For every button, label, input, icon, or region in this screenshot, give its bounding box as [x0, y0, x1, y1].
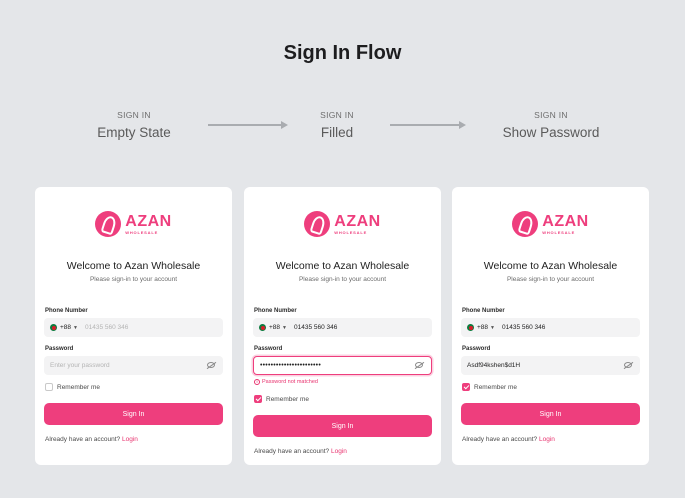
remember-checkbox[interactable] — [254, 395, 262, 403]
remember-checkbox[interactable] — [45, 383, 53, 391]
step-state: Filled — [320, 125, 354, 140]
step-state: Empty State — [97, 125, 171, 140]
signin-button[interactable]: Sign In — [253, 415, 432, 437]
country-code[interactable]: +88 — [269, 324, 280, 331]
brand-sub: WHOLESALE — [334, 229, 368, 235]
password-label: Password — [45, 346, 74, 352]
login-link[interactable]: Login — [331, 448, 347, 455]
signin-button[interactable]: Sign In — [461, 403, 640, 425]
eye-off-icon[interactable] — [207, 362, 215, 368]
bangladesh-flag-icon[interactable] — [467, 324, 474, 331]
step-show-password: SIGN IN Show Password — [476, 110, 626, 140]
welcome-heading: Welcome to Azan Wholesale — [275, 260, 410, 272]
phone-value: 01435 560 346 — [293, 324, 338, 331]
footer-text: Already have an account? — [462, 436, 538, 443]
welcome-heading: Welcome to Azan Wholesale — [66, 260, 201, 272]
step-label: SIGN IN — [534, 110, 568, 120]
phone-label: Phone Number — [462, 308, 505, 314]
footer-text: Already have an account? — [45, 436, 121, 443]
bangladesh-flag-icon[interactable] — [50, 324, 57, 331]
step-label: SIGN IN — [320, 110, 354, 120]
bangladesh-flag-icon[interactable] — [259, 324, 266, 331]
country-code[interactable]: +88 — [60, 324, 71, 331]
remember-label: Remember me — [57, 383, 100, 391]
page-title: Sign In Flow — [283, 42, 402, 64]
signin-button[interactable]: Sign In — [44, 403, 223, 425]
welcome-subtitle: Please sign-in to your account — [506, 276, 595, 283]
chevron-down-icon[interactable]: ▼ — [73, 325, 78, 331]
remember-label: Remember me — [266, 395, 309, 403]
password-placeholder: Enter your password — [50, 362, 110, 369]
password-label: Password — [462, 346, 491, 352]
phone-value: 01435 560 346 — [501, 324, 546, 331]
login-prompt: Already have an account? Login — [254, 448, 347, 455]
remember-me[interactable]: Remember me — [45, 383, 100, 391]
step-state: Show Password — [502, 125, 600, 140]
login-prompt: Already have an account? Login — [462, 436, 555, 443]
phone-label: Phone Number — [45, 308, 88, 314]
password-input[interactable]: Enter your password — [44, 356, 223, 375]
brand-name: AZAN — [542, 212, 589, 230]
brand-logo: AZAN WHOLESALE — [244, 211, 441, 237]
password-error-text: Password not matched — [262, 379, 318, 385]
brand-name: AZAN — [125, 212, 172, 230]
password-label: Password — [254, 346, 283, 352]
eye-off-icon[interactable] — [415, 362, 423, 368]
step-label: SIGN IN — [117, 110, 151, 120]
login-prompt: Already have an account? Login — [45, 436, 138, 443]
signin-card-filled: AZAN WHOLESALE Welcome to Azan Wholesale… — [244, 187, 441, 465]
brand-sub: WHOLESALE — [542, 229, 576, 235]
signin-card-empty: AZAN WHOLESALE Welcome to Azan Wholesale… — [35, 187, 232, 465]
password-value: Asdf94kshen$d1H — [467, 362, 521, 369]
footer-text: Already have an account? — [254, 448, 330, 455]
step-empty-state: SIGN IN Empty State — [59, 110, 209, 140]
remember-checkbox[interactable] — [462, 383, 470, 391]
brand-logo: AZAN WHOLESALE — [35, 211, 232, 237]
signin-card-show-password: AZAN WHOLESALE Welcome to Azan Wholesale… — [452, 187, 649, 465]
phone-input[interactable]: +88 ▼ 01435 560 346 — [253, 318, 432, 337]
login-link[interactable]: Login — [539, 436, 555, 443]
welcome-heading: Welcome to Azan Wholesale — [483, 260, 618, 272]
remember-label: Remember me — [474, 383, 517, 391]
country-code[interactable]: +88 — [477, 324, 488, 331]
alert-icon: ! — [254, 379, 260, 385]
brand-mark-icon — [512, 211, 539, 237]
remember-me[interactable]: Remember me — [462, 383, 517, 391]
phone-label: Phone Number — [254, 308, 297, 314]
password-error: ! Password not matched — [254, 379, 318, 385]
arrow-right-icon — [390, 121, 466, 129]
welcome-subtitle: Please sign-in to your account — [89, 276, 178, 283]
chevron-down-icon[interactable]: ▼ — [490, 325, 495, 331]
brand-mark-icon — [304, 211, 331, 237]
remember-me[interactable]: Remember me — [254, 395, 309, 403]
brand-mark-icon — [95, 211, 122, 237]
brand-logo: AZAN WHOLESALE — [452, 211, 649, 237]
brand-sub: WHOLESALE — [125, 229, 159, 235]
eye-off-icon[interactable] — [624, 362, 632, 368]
password-input[interactable]: ••••••••••••••••••••••• — [253, 356, 432, 375]
phone-input[interactable]: +88 ▼ 01435 560 346 — [461, 318, 640, 337]
password-masked: ••••••••••••••••••••••• — [260, 362, 321, 369]
password-input[interactable]: Asdf94kshen$d1H — [461, 356, 640, 375]
login-link[interactable]: Login — [122, 436, 138, 443]
chevron-down-icon[interactable]: ▼ — [282, 325, 287, 331]
phone-placeholder: 01435 560 346 — [84, 324, 129, 331]
phone-input[interactable]: +88 ▼ 01435 560 346 — [44, 318, 223, 337]
brand-name: AZAN — [334, 212, 381, 230]
welcome-subtitle: Please sign-in to your account — [298, 276, 387, 283]
